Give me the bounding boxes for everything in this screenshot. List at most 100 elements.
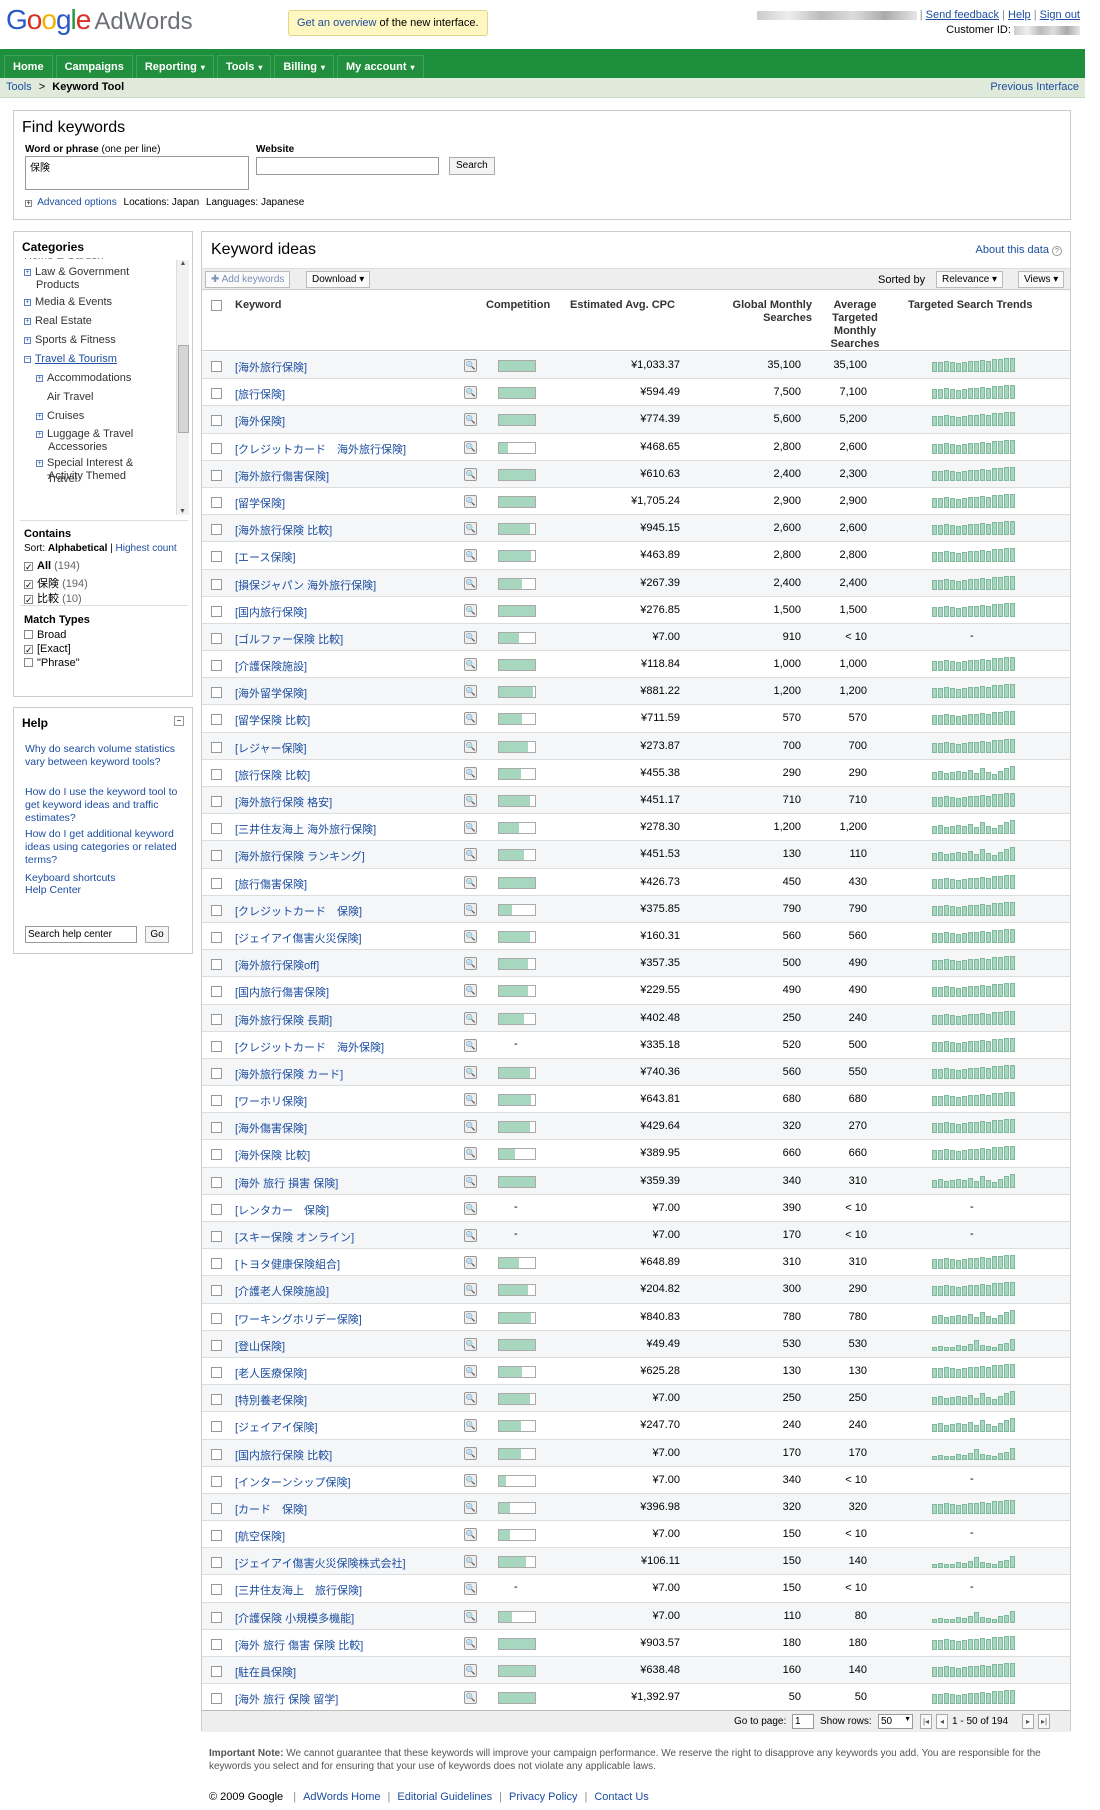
- category-item[interactable]: + Accommodations: [36, 372, 131, 385]
- keyword-link[interactable]: [介護保険施設]: [235, 658, 307, 674]
- show-rows-select[interactable]: 50 ▼: [878, 1714, 913, 1729]
- keyword-link[interactable]: [海外保険]: [235, 413, 285, 429]
- adwords-logo[interactable]: Google AdWords: [6, 4, 193, 36]
- breadcrumb-tools-link[interactable]: Tools: [6, 81, 32, 93]
- search-preview-icon[interactable]: 🔍: [464, 1446, 477, 1460]
- row-checkbox[interactable]: [211, 388, 222, 400]
- keyword-link[interactable]: [駐在員保険]: [235, 1664, 296, 1680]
- keyword-link[interactable]: [旅行保険]: [235, 386, 285, 402]
- search-preview-icon[interactable]: 🔍: [464, 984, 477, 998]
- contains-filter[interactable]: ✓ All (194): [24, 560, 80, 572]
- row-checkbox[interactable]: [211, 578, 222, 590]
- search-preview-icon[interactable]: 🔍: [464, 929, 477, 943]
- advanced-options-link[interactable]: Advanced options: [37, 197, 117, 208]
- row-checkbox[interactable]: [211, 1394, 222, 1406]
- keyword-link[interactable]: [損保ジャパン 海外旅行保険]: [235, 577, 376, 593]
- row-checkbox[interactable]: [211, 1693, 222, 1705]
- sort-alphabetical[interactable]: Alphabetical: [48, 543, 107, 554]
- search-preview-icon[interactable]: 🔍: [464, 848, 477, 862]
- keyword-link[interactable]: [介護老人保険施設]: [235, 1283, 329, 1299]
- search-preview-icon[interactable]: 🔍: [464, 1229, 477, 1242]
- help-article-link[interactable]: Why do search volume statistics vary bet…: [25, 743, 185, 769]
- row-checkbox[interactable]: [211, 1611, 222, 1623]
- match-type-option[interactable]: "Phrase": [24, 657, 80, 669]
- expand-icon[interactable]: +: [24, 269, 31, 276]
- search-preview-icon[interactable]: 🔍: [464, 603, 477, 617]
- row-checkbox[interactable]: [211, 1258, 222, 1270]
- nav-tab-home[interactable]: Home: [4, 55, 53, 78]
- keyword-link[interactable]: [レジャー保険]: [235, 740, 307, 756]
- expand-icon[interactable]: +: [36, 431, 43, 438]
- checkbox[interactable]: ✓: [24, 562, 33, 572]
- search-preview-icon[interactable]: 🔍: [464, 1174, 477, 1188]
- row-checkbox[interactable]: [211, 1638, 222, 1650]
- about-data-text[interactable]: About this data: [976, 244, 1049, 256]
- search-preview-icon[interactable]: 🔍: [464, 821, 477, 835]
- next-page-icon[interactable]: ▸: [1022, 1714, 1034, 1729]
- search-preview-icon[interactable]: 🔍: [464, 576, 477, 590]
- scroll-down-icon[interactable]: ▼: [177, 508, 188, 515]
- scroll-up-icon[interactable]: ▲: [177, 260, 189, 267]
- keyword-link[interactable]: [海外旅行保険 格安]: [235, 794, 332, 810]
- keyword-link[interactable]: [海外旅行傷害保険]: [235, 468, 329, 484]
- keyword-link[interactable]: [三井住友海上 旅行保険]: [235, 1582, 362, 1598]
- row-checkbox[interactable]: [211, 415, 222, 427]
- row-checkbox[interactable]: [211, 605, 222, 617]
- category-item[interactable]: Travel: [36, 473, 77, 486]
- expand-icon[interactable]: +: [25, 200, 32, 207]
- keyword-link[interactable]: [留学保険]: [235, 495, 285, 511]
- checkbox[interactable]: ✓: [24, 595, 33, 605]
- search-preview-icon[interactable]: 🔍: [464, 1419, 477, 1433]
- search-preview-icon[interactable]: 🔍: [464, 359, 477, 372]
- promo-link[interactable]: Get an overview: [297, 17, 376, 29]
- relevance-dropdown[interactable]: Relevance ▾: [936, 271, 1004, 288]
- row-checkbox[interactable]: [211, 496, 222, 508]
- row-checkbox[interactable]: [211, 1502, 222, 1514]
- row-checkbox[interactable]: [211, 1231, 222, 1242]
- search-preview-icon[interactable]: 🔍: [464, 875, 477, 889]
- expand-icon[interactable]: +: [36, 413, 43, 420]
- keyword-link[interactable]: [海外旅行保険 ランキング]: [235, 848, 365, 864]
- keyword-link[interactable]: [ワーホリ保険]: [235, 1093, 307, 1109]
- row-checkbox[interactable]: [211, 1530, 222, 1542]
- scrollbar-thumb[interactable]: [178, 345, 189, 433]
- keyword-link[interactable]: [海外旅行保険off]: [235, 957, 319, 973]
- previous-interface-link[interactable]: Previous Interface: [990, 81, 1079, 93]
- row-checkbox[interactable]: [211, 1366, 222, 1378]
- expand-icon[interactable]: +: [24, 318, 31, 325]
- row-checkbox[interactable]: [211, 361, 222, 372]
- row-checkbox[interactable]: [211, 1448, 222, 1460]
- category-item[interactable]: + Cruises: [36, 410, 84, 423]
- sort-highest-count-link[interactable]: Highest count: [116, 543, 177, 554]
- row-checkbox[interactable]: [211, 1475, 222, 1487]
- row-checkbox[interactable]: [211, 1095, 222, 1107]
- keyword-link[interactable]: [ジェイアイ傷害火災保険]: [235, 930, 362, 946]
- search-preview-icon[interactable]: 🔍: [464, 413, 477, 427]
- nav-tab-campaigns[interactable]: Campaigns: [55, 55, 133, 78]
- match-type-option[interactable]: ✓ [Exact]: [24, 643, 71, 655]
- last-page-icon[interactable]: ▸|: [1038, 1714, 1050, 1729]
- col-search-trends[interactable]: Targeted Search Trends: [908, 299, 1033, 312]
- help-link[interactable]: Help: [1008, 9, 1031, 21]
- keyword-link[interactable]: [海外 旅行 傷害 保険 比較]: [235, 1637, 363, 1653]
- row-checkbox[interactable]: [211, 469, 222, 481]
- category-item[interactable]: + Real Estate: [24, 315, 92, 328]
- row-checkbox[interactable]: [211, 1149, 222, 1161]
- category-item[interactable]: + Luggage & Travel Accessories: [36, 428, 133, 454]
- row-checkbox[interactable]: [211, 1285, 222, 1297]
- row-checkbox[interactable]: [211, 1421, 222, 1433]
- col-competition[interactable]: Competition: [486, 299, 550, 312]
- row-checkbox[interactable]: [211, 796, 222, 807]
- row-checkbox[interactable]: [211, 823, 222, 835]
- keyword-link[interactable]: [特別養老保険]: [235, 1392, 307, 1408]
- search-preview-icon[interactable]: 🔍: [464, 902, 477, 916]
- search-preview-icon[interactable]: 🔍: [464, 1500, 477, 1514]
- keyword-link[interactable]: [エース保険]: [235, 549, 296, 565]
- prev-page-icon[interactable]: ◂: [936, 1714, 948, 1729]
- search-preview-icon[interactable]: 🔍: [464, 1201, 477, 1215]
- keyword-link[interactable]: [国内旅行保険]: [235, 604, 307, 620]
- category-item[interactable]: + Media & Events: [24, 296, 112, 309]
- search-preview-icon[interactable]: 🔍: [464, 522, 477, 536]
- keyword-link[interactable]: [海外旅行保険 カード]: [235, 1066, 343, 1082]
- keyword-link[interactable]: [スキー保険 オンライン]: [235, 1229, 354, 1245]
